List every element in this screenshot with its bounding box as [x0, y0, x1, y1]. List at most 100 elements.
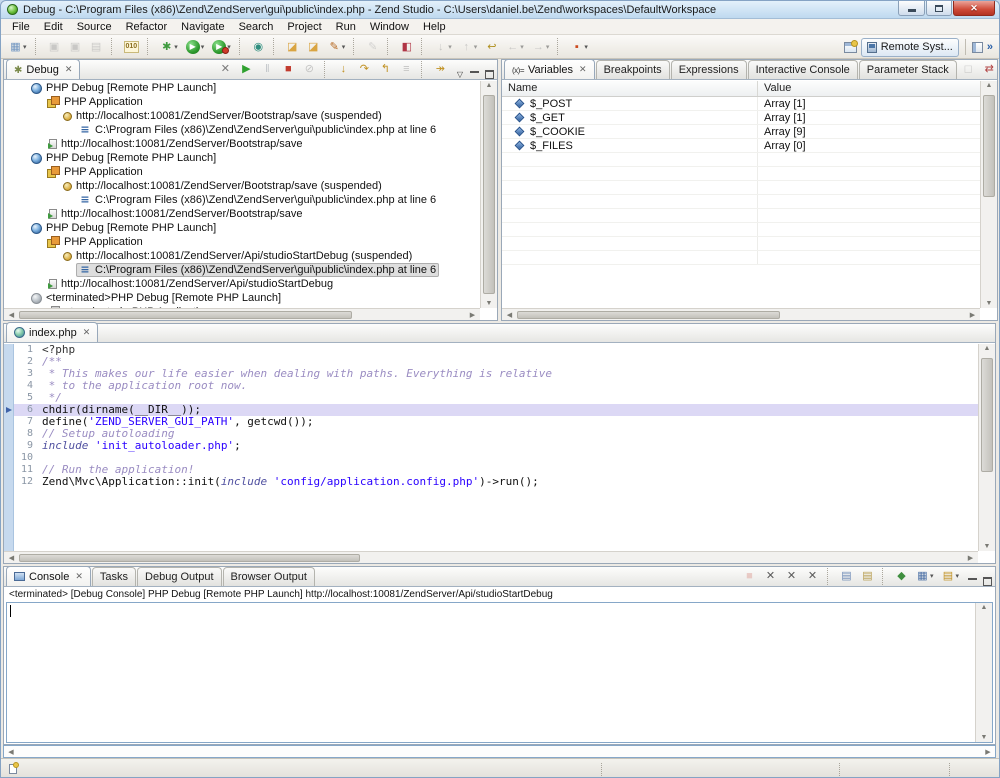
minimize-button[interactable]	[898, 1, 925, 16]
scroll-right-icon[interactable]: ▶	[965, 311, 980, 319]
scroll-up-icon[interactable]: ▲	[976, 604, 992, 611]
tree-row[interactable]: http://localhost:10081/ZendServer/Bootst…	[4, 207, 480, 221]
menu-file[interactable]: File	[5, 19, 37, 35]
console-maximize-icon[interactable]	[982, 577, 993, 586]
tree-row[interactable]: ≡C:\Program Files (x86)\Zend\ZendServer\…	[4, 123, 480, 137]
goto-last-edit-button[interactable]: ▪▾	[567, 37, 591, 57]
tab-breakpoints[interactable]: Breakpoints	[596, 60, 670, 79]
terminate-button[interactable]: ■	[279, 60, 298, 78]
menu-refactor[interactable]: Refactor	[119, 19, 175, 35]
column-name[interactable]: Name	[502, 81, 758, 96]
close-button[interactable]: ✕	[953, 1, 995, 16]
maximize-button[interactable]	[926, 1, 952, 16]
debug-button[interactable]: ✱▾	[157, 37, 181, 57]
display-selected-console-button-dropdown-icon[interactable]: ▾	[930, 572, 934, 580]
tree-row[interactable]: http://localhost:10081/ZendServer/Api/st…	[4, 277, 480, 291]
tree-row[interactable]: http://localhost:10081/ZendServer/Bootst…	[4, 109, 480, 123]
column-value[interactable]: Value	[758, 81, 980, 96]
resume-button[interactable]: ▶	[237, 60, 256, 78]
tab-debug[interactable]: Debug ✕	[6, 59, 80, 79]
variable-empty-row[interactable]	[502, 251, 980, 265]
php-binary-button[interactable]: 010	[121, 37, 143, 57]
console-vertical-scrollbar[interactable]: ▲ ▼	[975, 603, 992, 742]
menu-source[interactable]: Source	[70, 19, 119, 35]
debug-horizontal-scrollbar-thumb[interactable]	[19, 311, 352, 319]
scroll-left-icon[interactable]: ◀	[6, 748, 16, 756]
profile-button[interactable]: ▶▾	[209, 37, 234, 57]
new-wizard-button-dropdown-icon[interactable]: ▾	[23, 43, 27, 51]
debug-maximize-icon[interactable]	[484, 70, 495, 79]
editor-vertical-scrollbar-thumb[interactable]	[981, 358, 993, 472]
scroll-left-icon[interactable]: ◀	[4, 554, 19, 562]
menu-edit[interactable]: Edit	[37, 19, 70, 35]
console-horizontal-scrollbar[interactable]: ◀ ▶	[3, 745, 996, 758]
tab-debug-close-icon[interactable]: ✕	[65, 64, 73, 75]
code-line-empty[interactable]	[4, 512, 978, 524]
scroll-right-icon[interactable]: ▶	[983, 748, 993, 756]
tree-row[interactable]: <terminated>PHP Debug [Remote PHP Launch…	[4, 291, 480, 305]
display-selected-console-button[interactable]: ▦▾	[913, 567, 937, 585]
code-line-empty[interactable]	[4, 488, 978, 500]
scroll-right-icon[interactable]: ▶	[963, 554, 978, 562]
pin-console-button[interactable]: ◆	[892, 567, 911, 585]
tab-interactive-console[interactable]: Interactive Console	[748, 60, 858, 79]
tab-index-php[interactable]: index.php ✕	[6, 322, 98, 342]
open-console-button[interactable]: ▤▾	[938, 567, 962, 585]
menu-help[interactable]: Help	[416, 19, 453, 35]
scroll-down-icon[interactable]: ▼	[979, 543, 995, 550]
code-line-empty[interactable]	[4, 524, 978, 536]
tree-row[interactable]: http://localhost:10081/ZendServer/Bootst…	[4, 137, 480, 151]
variable-empty-row[interactable]	[502, 195, 980, 209]
external-tools-button-dropdown-icon[interactable]: ▾	[342, 43, 346, 51]
tree-row[interactable]: PHP Application	[4, 235, 480, 249]
menu-project[interactable]: Project	[280, 19, 328, 35]
variables-vertical-scrollbar[interactable]: ▲ ▼	[980, 81, 997, 308]
scroll-right-icon[interactable]: ▶	[465, 311, 480, 319]
tree-row[interactable]: ≡C:\Program Files (x86)\Zend\ZendServer\…	[4, 193, 480, 207]
tree-row[interactable]: PHP Debug [Remote PHP Launch]	[4, 151, 480, 165]
variables-horizontal-scrollbar[interactable]: ◀ ▶	[502, 308, 980, 320]
perspective-overflow-chevron[interactable]: »	[987, 41, 993, 53]
use-step-filters-button[interactable]: ↠	[431, 60, 450, 78]
step-over-button[interactable]: ↷	[355, 60, 374, 78]
scroll-lock-button[interactable]: ▤	[858, 567, 877, 585]
tab-console[interactable]: Console✕	[6, 566, 91, 586]
tab-variables-close-icon[interactable]: ✕	[579, 64, 587, 75]
menu-window[interactable]: Window	[363, 19, 416, 35]
open-remote-file-button[interactable]: ◪	[304, 37, 323, 57]
debug-url-button[interactable]: ◉	[249, 37, 268, 57]
close-console-button[interactable]: ✕	[803, 567, 822, 585]
code-line-empty[interactable]	[4, 536, 978, 548]
variable-row[interactable]: $_POSTArray [1]	[502, 97, 980, 111]
clear-console-button[interactable]: ▤	[837, 567, 856, 585]
new-wizard-button[interactable]: ▦▾	[6, 37, 30, 57]
code-line-empty[interactable]	[4, 500, 978, 512]
tab-tasks[interactable]: Tasks	[92, 567, 136, 586]
tree-row[interactable]: ≡C:\Program Files (x86)\Zend\ZendServer\…	[4, 263, 480, 277]
debug-minimize-icon[interactable]	[469, 70, 480, 79]
tree-row[interactable]: PHP Debug [Remote PHP Launch]	[4, 81, 480, 95]
scroll-up-icon[interactable]: ▲	[979, 345, 995, 352]
step-return-button[interactable]: ↰	[376, 60, 395, 78]
console-minimize-icon[interactable]	[967, 577, 978, 586]
variable-empty-row[interactable]	[502, 237, 980, 251]
remove-launch-button[interactable]: ✕	[761, 567, 780, 585]
debug-button-dropdown-icon[interactable]: ▾	[174, 43, 178, 51]
tree-row[interactable]: http://localhost:10081/ZendServer/Bootst…	[4, 179, 480, 193]
debug-perspective-button[interactable]	[972, 42, 983, 53]
tab-expressions[interactable]: Expressions	[671, 60, 747, 79]
server-view-button[interactable]: ◧	[397, 37, 416, 57]
scroll-down-icon[interactable]: ▼	[981, 300, 997, 307]
scroll-left-icon[interactable]: ◀	[502, 311, 517, 319]
variable-empty-row[interactable]	[502, 209, 980, 223]
debug-view-menu-icon[interactable]: ▽	[457, 70, 463, 79]
editor-horizontal-scrollbar-thumb[interactable]	[19, 554, 360, 562]
open-console-button-dropdown-icon[interactable]: ▾	[955, 572, 959, 580]
variable-empty-row[interactable]	[502, 153, 980, 167]
goto-last-edit-button-dropdown-icon[interactable]: ▾	[584, 43, 588, 51]
menu-search[interactable]: Search	[232, 19, 281, 35]
variable-empty-row[interactable]	[502, 223, 980, 237]
tree-row[interactable]: PHP Application	[4, 165, 480, 179]
tree-row[interactable]: PHP Application	[4, 95, 480, 109]
tree-row[interactable]: http://localhost:10081/ZendServer/Api/st…	[4, 249, 480, 263]
